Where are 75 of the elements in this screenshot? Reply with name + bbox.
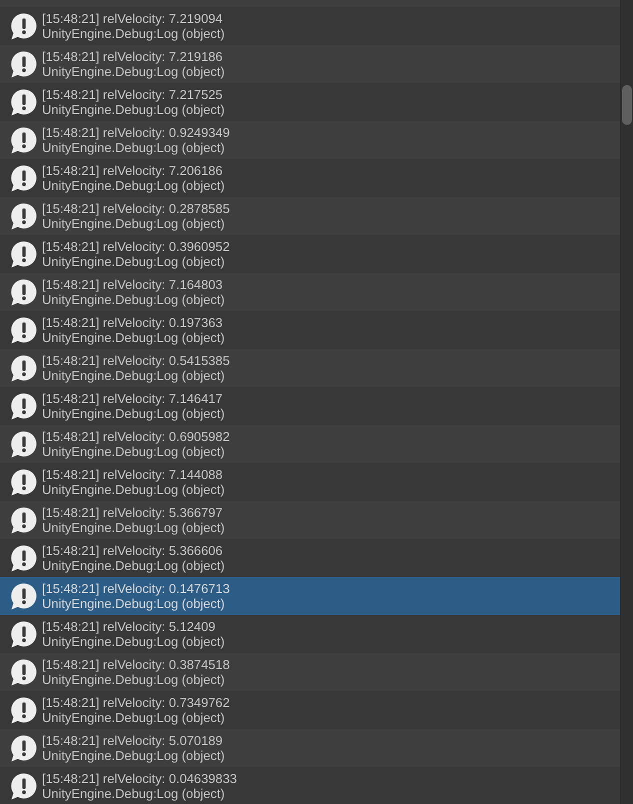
log-message: [15:48:21] relVelocity: 5.366797 — [42, 505, 223, 520]
warning-bubble-icon — [10, 658, 37, 686]
warning-bubble-icon — [10, 544, 37, 572]
log-message: [15:48:21] relVelocity: 7.217525 — [42, 87, 223, 102]
log-message: [15:48:21] relVelocity: 5.070189 — [42, 733, 223, 748]
log-stack-trace: UnityEngine.Debug:Log (object) — [42, 596, 225, 611]
warning-bubble-icon — [10, 582, 37, 610]
warning-bubble-icon — [10, 734, 37, 762]
log-entry[interactable]: [15:48:21] relVelocity: 0.2878585 UnityEngine.Debug:Log (object) — [0, 197, 620, 235]
log-stack-trace: UnityEngine.Debug:Log (object) — [42, 710, 225, 725]
warning-bubble-icon — [10, 392, 37, 420]
warning-bubble-icon — [10, 12, 37, 40]
warning-bubble-icon — [10, 240, 37, 268]
log-message: [15:48:21] relVelocity: 0.3874518 — [42, 657, 230, 672]
warning-bubble-icon — [10, 316, 37, 344]
log-entry[interactable]: [15:48:21] relVelocity: 5.070189 UnityEngine.Debug:Log (object) — [0, 729, 620, 767]
log-message: [15:48:21] relVelocity: 0.2878585 — [42, 201, 230, 216]
log-stack-trace: UnityEngine.Debug:Log (object) — [42, 26, 225, 41]
log-message: [15:48:21] relVelocity: 0.197363 — [42, 315, 223, 330]
log-message: [15:48:21] relVelocity: 7.164803 — [42, 277, 223, 292]
log-stack-trace: UnityEngine.Debug:Log (object) — [42, 558, 225, 573]
warning-bubble-icon — [10, 620, 37, 648]
log-message: [15:48:21] relVelocity: 0.5415385 — [42, 353, 230, 368]
warning-bubble-icon — [10, 772, 37, 800]
warning-bubble-icon — [10, 696, 37, 724]
warning-bubble-icon — [10, 430, 37, 458]
warning-bubble-icon — [10, 468, 37, 496]
log-stack-trace: UnityEngine.Debug:Log (object) — [42, 406, 225, 421]
log-stack-trace: UnityEngine.Debug:Log (object) — [42, 254, 225, 269]
log-stack-trace: UnityEngine.Debug:Log (object) — [42, 140, 225, 155]
log-stack-trace: UnityEngine.Debug:Log (object) — [42, 64, 225, 79]
log-stack-trace: UnityEngine.Debug:Log (object) — [42, 102, 225, 117]
log-message: [15:48:21] relVelocity: 7.219094 — [42, 11, 223, 26]
log-stack-trace: UnityEngine.Debug:Log (object) — [42, 368, 225, 383]
log-message: [15:48:21] relVelocity: 7.146417 — [42, 391, 223, 406]
log-stack-trace: UnityEngine.Debug:Log (object) — [42, 444, 225, 459]
log-entry[interactable]: [15:48:21] relVelocity: 0.3874518 UnityEngine.Debug:Log (object) — [0, 653, 620, 691]
log-stack-trace: UnityEngine.Debug:Log (object) — [42, 482, 225, 497]
warning-bubble-icon — [10, 88, 37, 116]
log-entry[interactable]: [15:48:21] relVelocity: 0.1476713 UnityEngine.Debug:Log (object) — [0, 577, 620, 615]
warning-bubble-icon — [10, 278, 37, 306]
log-stack-trace: UnityEngine.Debug:Log (object) — [42, 216, 225, 231]
log-message: [15:48:21] relVelocity: 0.1476713 — [42, 581, 230, 596]
warning-bubble-icon — [10, 202, 37, 230]
log-entry[interactable]: [15:48:21] relVelocity: 0.9249349 UnityEngine.Debug:Log (object) — [0, 121, 620, 159]
log-stack-trace: UnityEngine.Debug:Log (object) — [42, 748, 225, 763]
log-stack-trace: UnityEngine.Debug:Log (object) — [42, 330, 225, 345]
log-message: [15:48:21] relVelocity: 0.04639833 — [42, 771, 237, 786]
log-message: [15:48:21] relVelocity: 0.6905982 — [42, 429, 230, 444]
warning-bubble-icon — [10, 126, 37, 154]
log-entry[interactable]: [15:48:21] relVelocity: 7.219186 UnityEngine.Debug:Log (object) — [0, 45, 620, 83]
log-message: [15:48:21] relVelocity: 7.144088 — [42, 467, 223, 482]
log-stack-trace: UnityEngine.Debug:Log (object) — [42, 672, 225, 687]
warning-bubble-icon — [10, 164, 37, 192]
log-message: [15:48:21] relVelocity: 0.3960952 — [42, 239, 230, 254]
warning-bubble-icon — [10, 50, 37, 78]
log-entry[interactable]: [15:48:21] relVelocity: 5.366797 UnityEngine.Debug:Log (object) — [0, 501, 620, 539]
log-stack-trace: UnityEngine.Debug:Log (object) — [42, 634, 225, 649]
log-message: [15:48:21] relVelocity: 0.9249349 — [42, 125, 230, 140]
log-message: [15:48:21] relVelocity: 7.219186 — [42, 49, 223, 64]
log-stack-trace: UnityEngine.Debug:Log (object) — [42, 786, 225, 801]
log-entry[interactable]: [15:48:21] relVelocity: 0.5415385 UnityEngine.Debug:Log (object) — [0, 349, 620, 387]
log-message: [15:48:21] relVelocity: 7.206186 — [42, 163, 223, 178]
log-message: [15:48:21] relVelocity: 5.12409 — [42, 619, 216, 634]
log-message: [15:48:21] relVelocity: 5.366606 — [42, 543, 223, 558]
log-stack-trace: UnityEngine.Debug:Log (object) — [42, 520, 225, 535]
log-entry[interactable]: [15:48:21] relVelocity: 7.164803 UnityEngine.Debug:Log (object) — [0, 273, 620, 311]
scrollbar-thumb[interactable] — [622, 85, 632, 125]
warning-bubble-icon — [10, 506, 37, 534]
log-stack-trace: UnityEngine.Debug:Log (object) — [42, 292, 225, 307]
warning-bubble-icon — [10, 354, 37, 382]
scrollbar-track[interactable] — [620, 0, 633, 804]
log-stack-trace: UnityEngine.Debug:Log (object) — [42, 178, 225, 193]
log-message: [15:48:21] relVelocity: 0.7349762 — [42, 695, 230, 710]
log-entry[interactable]: [15:48:21] relVelocity: 0.6905982 UnityEngine.Debug:Log (object) — [0, 425, 620, 463]
